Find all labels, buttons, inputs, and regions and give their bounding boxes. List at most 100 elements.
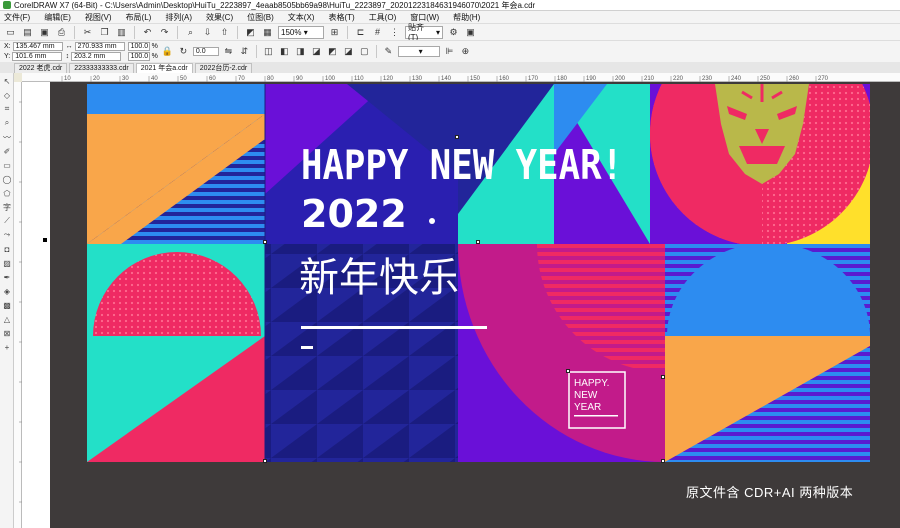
crop-tool-icon[interactable]: ⌗ — [1, 103, 13, 115]
redo-icon[interactable]: ↷ — [158, 26, 171, 39]
add-preset-icon[interactable]: ⊕ — [459, 45, 472, 58]
color-eyedropper-icon[interactable]: ✒ — [1, 271, 13, 283]
title-bar: CorelDRAW X7 (64-Bit) - C:\Users\Admin\D… — [0, 0, 900, 11]
mirror-vertical-icon[interactable]: ⇵ — [238, 45, 251, 58]
vertical-ruler — [14, 82, 22, 528]
open-folder-icon[interactable]: ▤ — [21, 26, 34, 39]
save-icon[interactable]: ▣ — [38, 26, 51, 39]
weld-icon[interactable]: ◫ — [262, 45, 275, 58]
grid-icon[interactable]: # — [371, 26, 384, 39]
outline-pen-icon[interactable]: ✎ — [382, 45, 395, 58]
mesh-fill-icon[interactable]: ⊠ — [1, 327, 13, 339]
search-content-icon[interactable]: ⌕ — [184, 26, 197, 39]
options-gear-icon[interactable]: ⚙ — [447, 26, 460, 39]
tab-2021-annual-meeting[interactable]: 2021 年会a.cdr — [135, 63, 193, 73]
menu-effects[interactable]: 效果(C) — [206, 12, 233, 23]
cut-icon[interactable]: ✂ — [81, 26, 94, 39]
rotation-angle-field[interactable]: 0.0 — [192, 47, 219, 56]
y-position-field[interactable]: 101.6 mm — [12, 52, 63, 61]
scale-width-field[interactable]: 100.0 — [127, 42, 150, 51]
artistic-media-icon[interactable]: ✐ — [1, 145, 13, 157]
tab-2022-tiger[interactable]: 2022 老虎.cdr — [14, 63, 68, 73]
simplify-icon[interactable]: ◪ — [310, 45, 323, 58]
intersect-icon[interactable]: ◨ — [294, 45, 307, 58]
launch-icon[interactable]: ▣ — [464, 26, 477, 39]
shape-tool-icon[interactable]: ◇ — [1, 89, 13, 101]
copy-icon[interactable]: ❐ — [98, 26, 111, 39]
snap-to-dropdown[interactable]: 贴齐(T) ▾ — [405, 23, 443, 42]
drop-shadow-icon[interactable]: ◘ — [1, 243, 13, 255]
menu-text[interactable]: 文本(X) — [288, 12, 315, 23]
add-tool-icon[interactable]: + — [1, 341, 13, 353]
percent-unit: % — [151, 43, 158, 50]
align-distribute-icon[interactable]: ⊫ — [443, 45, 456, 58]
export-icon[interactable]: ⇧ — [218, 26, 231, 39]
trim-icon[interactable]: ◧ — [278, 45, 291, 58]
selection-handle[interactable] — [263, 459, 267, 463]
zoom-tool-icon[interactable]: ⌕ — [1, 117, 13, 129]
selection-handle[interactable] — [566, 369, 570, 373]
size-fields: ↔ 270.933 mm ↕ 203.2 mm — [66, 42, 125, 61]
create-boundary-icon[interactable]: ▢ — [358, 45, 371, 58]
rotate-icon[interactable]: ↻ — [177, 45, 190, 58]
ellipse-tool-icon[interactable]: ◯ — [1, 173, 13, 185]
selection-handle[interactable] — [455, 135, 459, 139]
selection-handle[interactable] — [661, 459, 665, 463]
guidelines-icon[interactable]: ⋮ — [388, 26, 401, 39]
tab-2022-calendar[interactable]: 2022台历-2.cdr — [194, 63, 253, 73]
menu-bitmaps[interactable]: 位图(B) — [247, 12, 274, 23]
front-minus-back-icon[interactable]: ◩ — [326, 45, 339, 58]
menu-file[interactable]: 文件(F) — [4, 12, 30, 23]
menu-help[interactable]: 帮助(H) — [453, 12, 480, 23]
mirror-horizontal-icon[interactable]: ⇋ — [222, 45, 235, 58]
zoom-select[interactable]: 150% ▾ — [278, 25, 324, 39]
x-position-field[interactable]: 135.467 mm — [12, 42, 63, 51]
small-happy: HAPPY. — [574, 378, 609, 389]
toolbar-separator — [134, 25, 135, 39]
app-launcher-icon[interactable]: ◩ — [244, 26, 257, 39]
selection-handle[interactable] — [263, 240, 267, 244]
polygon-tool-icon[interactable]: ⬠ — [1, 187, 13, 199]
full-screen-icon[interactable]: ⊞ — [328, 26, 341, 39]
rectangle-tool-icon[interactable]: ▭ — [1, 159, 13, 171]
welcome-screen-icon[interactable]: ▦ — [261, 26, 274, 39]
paste-icon[interactable]: ▥ — [115, 26, 128, 39]
menu-view[interactable]: 视图(V) — [85, 12, 112, 23]
lock-ratio-icon[interactable]: 🔒 — [161, 45, 174, 58]
outline-width-select[interactable]: ▾ — [397, 46, 440, 57]
transparency-tool-icon[interactable]: ▨ — [1, 257, 13, 269]
pick-tool-icon[interactable]: ↖ — [1, 75, 13, 87]
outline-tool-icon[interactable]: △ — [1, 313, 13, 325]
scale-height-field[interactable]: 100.0 — [127, 52, 150, 61]
tab-22333333333[interactable]: 22333333333.cdr — [69, 63, 134, 73]
print-icon[interactable]: ⎙ — [55, 26, 68, 39]
undo-icon[interactable]: ↶ — [141, 26, 154, 39]
property-bar: X: 135.467 mm Y: 101.6 mm ↔ 270.933 mm ↕ 203… — [0, 40, 900, 62]
new-document-icon[interactable]: ▭ — [4, 26, 17, 39]
menu-tools[interactable]: 工具(O) — [369, 12, 397, 23]
canvas-margin — [22, 82, 50, 528]
toolbox: ↖ ◇ ⌗ ⌕ 〰 ✐ ▭ ◯ ⬠ 字 ⟋ ⤳ ◘ ▨ ✒ ◈ ▩ △ ⊠ + — [0, 73, 14, 528]
freehand-tool-icon[interactable]: 〰 — [1, 131, 13, 143]
menu-edit[interactable]: 编辑(E) — [44, 12, 71, 23]
smart-fill-icon[interactable]: ▩ — [1, 299, 13, 311]
text-tool-icon[interactable]: 字 — [1, 201, 13, 213]
back-minus-front-icon[interactable]: ◪ — [342, 45, 355, 58]
window-title: CorelDRAW X7 (64-Bit) - C:\Users\Admin\D… — [14, 0, 536, 10]
menu-table[interactable]: 表格(T) — [328, 12, 354, 23]
rulers-icon[interactable]: ⊏ — [354, 26, 367, 39]
interactive-fill-icon[interactable]: ◈ — [1, 285, 13, 297]
zoom-value: 150% — [281, 27, 302, 37]
menu-window[interactable]: 窗口(W) — [410, 12, 439, 23]
parallel-dimension-icon[interactable]: ⟋ — [1, 215, 13, 227]
connector-tool-icon[interactable]: ⤳ — [1, 229, 13, 241]
canvas-marker — [43, 238, 47, 242]
selection-handle[interactable] — [476, 240, 480, 244]
selection-handle[interactable] — [661, 375, 665, 379]
height-field[interactable]: 203.2 mm — [71, 52, 122, 61]
import-icon[interactable]: ⇩ — [201, 26, 214, 39]
width-field[interactable]: 270.933 mm — [74, 42, 125, 51]
menu-layout[interactable]: 布局(L) — [126, 12, 152, 23]
menu-arrange[interactable]: 排列(A) — [165, 12, 192, 23]
artwork-design[interactable]: HAPPY NEW YEAR! 2022 新年快乐 HAPPY. NEW YEA… — [87, 84, 870, 462]
